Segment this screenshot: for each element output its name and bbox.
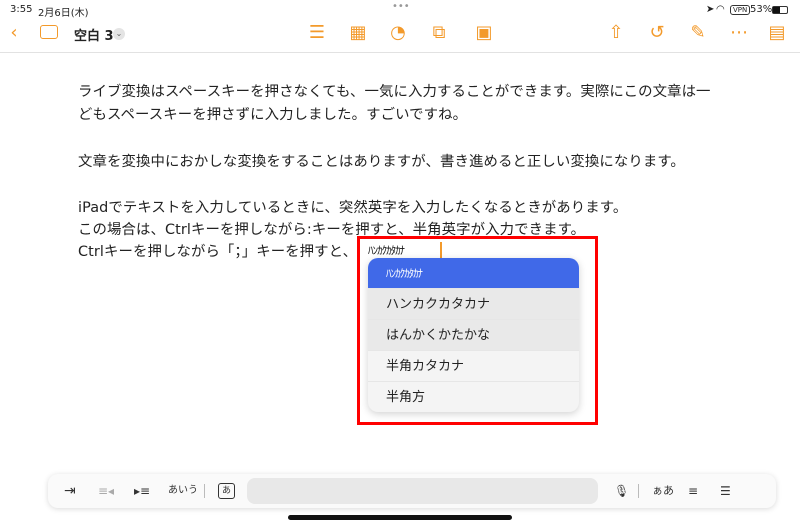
keyboard-shortcut-bar: ⇥ ≡◂ ▸≡ あいう あ 🎙 ぁあ ≡ ☰ bbox=[48, 474, 776, 508]
status-time: 3:55 bbox=[10, 4, 33, 15]
separator bbox=[638, 484, 639, 498]
candidate-item[interactable]: ﾊﾝｶｸｶﾀｶﾅ bbox=[368, 258, 579, 289]
multitask-dots-icon[interactable]: ••• bbox=[392, 1, 410, 12]
outdent-icon[interactable]: ≡◂ bbox=[98, 482, 114, 500]
align-left-icon[interactable]: ≡ bbox=[688, 482, 698, 500]
home-indicator[interactable] bbox=[288, 515, 512, 520]
battery-icon bbox=[772, 6, 788, 14]
status-date: 2月6日(木) bbox=[38, 8, 89, 19]
format-brush-icon[interactable]: ✎ bbox=[686, 23, 710, 43]
shape-icon[interactable]: ⧉ bbox=[427, 23, 451, 43]
candidate-item[interactable]: 半角カタカナ bbox=[368, 351, 579, 382]
document-title[interactable]: 空白 3 bbox=[74, 25, 114, 44]
vpn-badge: VPN bbox=[730, 5, 751, 15]
toolbar-divider bbox=[0, 52, 800, 53]
kana-button[interactable]: あいう bbox=[168, 482, 198, 500]
undo-icon[interactable]: ↺ bbox=[645, 23, 669, 43]
candidate-item[interactable]: はんかくかたかな bbox=[368, 320, 579, 351]
indent-icon[interactable]: ▸≡ bbox=[134, 482, 150, 500]
chart-icon[interactable]: ◔ bbox=[386, 23, 410, 43]
share-icon[interactable]: ⇧ bbox=[604, 23, 628, 43]
title-chevron-down-icon[interactable]: ⌄ bbox=[113, 28, 125, 40]
table-icon[interactable]: ▦ bbox=[346, 23, 370, 43]
wifi-icon: ◠ bbox=[716, 4, 725, 15]
text-caret bbox=[440, 242, 442, 258]
paragraph-line[interactable]: 文章を変換中におかしな変換をすることはありますが、書き進めると正しい変換になりま… bbox=[78, 150, 685, 171]
separator bbox=[204, 484, 205, 498]
candidate-item[interactable]: ハンカクカタカナ bbox=[368, 289, 579, 320]
more-icon[interactable]: ⋯ bbox=[727, 23, 751, 43]
reading-view-icon[interactable]: ▤ bbox=[765, 23, 789, 43]
sidebar-toggle-icon[interactable] bbox=[40, 25, 58, 39]
paragraph-line[interactable]: ライブ変換はスペースキーを押さなくても、一気に入力することができます。実際にこの… bbox=[78, 80, 711, 101]
paragraph-line[interactable]: Ctrlキーを押しながら「；」キーを押すと、 bbox=[78, 240, 357, 261]
tab-indent-icon[interactable]: ⇥ bbox=[64, 482, 76, 500]
microphone-icon[interactable]: 🎙 bbox=[614, 482, 629, 500]
conversion-candidates-list: ﾊﾝｶｸｶﾀｶﾅ ハンカクカタカナ はんかくかたかな 半角カタカナ 半角方 bbox=[368, 258, 579, 412]
paragraph-line[interactable]: どもスペースキーを押さずに入力しました。すごいですね。 bbox=[78, 103, 467, 124]
paragraph-style-icon[interactable]: ☰ bbox=[720, 482, 731, 500]
small-kana-button[interactable]: ぁあ bbox=[652, 482, 674, 500]
composing-text: ﾊﾝｶｸｶﾀｶﾅ bbox=[368, 244, 405, 257]
battery-percent: 53% bbox=[750, 4, 773, 15]
input-mode-button[interactable]: あ bbox=[218, 483, 236, 499]
back-icon[interactable]: ‹ bbox=[2, 23, 26, 43]
paragraph-line[interactable]: iPadでテキストを入力しているときに、突然英字を入力したくなるときがあります。 bbox=[78, 196, 627, 217]
candidate-field[interactable] bbox=[247, 478, 598, 504]
list-icon[interactable]: ☰ bbox=[305, 23, 329, 43]
media-icon[interactable]: ▣ bbox=[472, 23, 496, 43]
location-icon: ➤ bbox=[706, 4, 715, 15]
candidate-item[interactable]: 半角方 bbox=[368, 382, 579, 412]
